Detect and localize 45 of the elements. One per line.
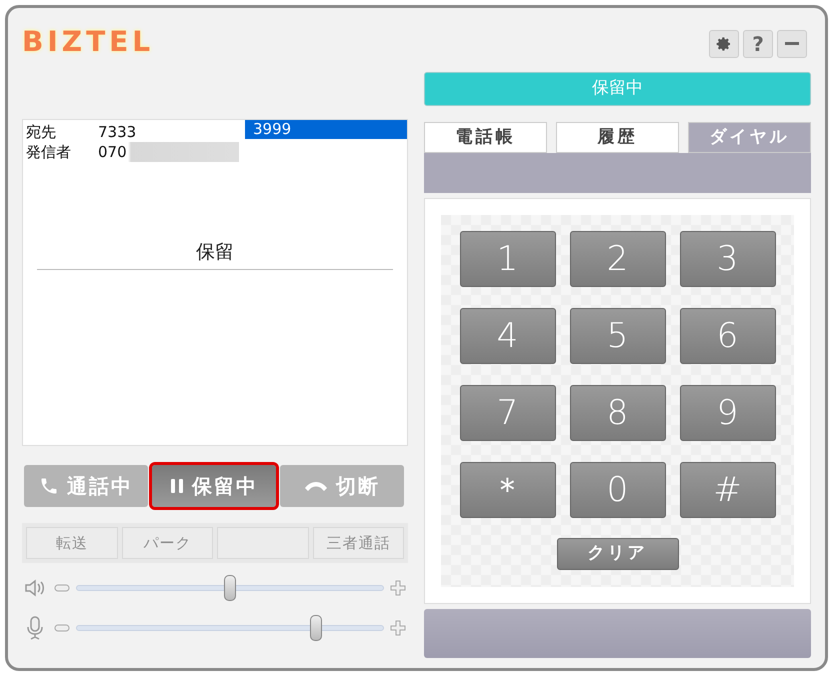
keypad-key[interactable]: 0 — [570, 462, 666, 518]
settings-button[interactable] — [709, 30, 739, 58]
keypad-key[interactable]: 3 — [680, 231, 776, 287]
info-label: 発信者 — [26, 142, 72, 162]
keypad-key[interactable]: # — [680, 462, 776, 518]
call-list-item[interactable]: 3999 — [245, 120, 407, 139]
settings-icon — [716, 36, 732, 52]
info-label: 宛先 — [26, 122, 57, 142]
keypad-key[interactable]: 6 — [680, 308, 776, 364]
clear-button[interactable]: クリア — [556, 538, 678, 570]
call-state: 保留 — [196, 240, 234, 265]
keypad-key[interactable]: 1 — [460, 231, 556, 287]
keypad-key[interactable]: 9 — [680, 385, 776, 441]
keypad-key[interactable]: 5 — [570, 308, 666, 364]
keypad-key[interactable]: ＊ — [460, 462, 556, 518]
plus-icon[interactable] — [390, 580, 406, 596]
slider-thumb[interactable] — [310, 615, 322, 641]
microphone-icon — [26, 616, 44, 640]
tab[interactable]: ダイヤル — [688, 122, 811, 153]
tab[interactable]: 電話帳 — [424, 122, 547, 153]
minimize-icon — [785, 42, 799, 46]
hangup-icon — [304, 480, 328, 492]
call-button[interactable]: 切断 — [280, 465, 404, 507]
status-bar: 保留中 — [424, 72, 811, 106]
logo: BIZTEL — [22, 25, 154, 58]
minus-icon[interactable] — [54, 584, 70, 592]
info-value: 070 — [98, 142, 239, 162]
slider-thumb[interactable] — [224, 575, 236, 601]
info-value: 7333 — [98, 122, 136, 142]
call-button[interactable]: 通話中 — [24, 465, 148, 507]
plus-icon[interactable] — [390, 620, 406, 636]
keypad-key[interactable]: 8 — [570, 385, 666, 441]
call-button[interactable]: 保留中 — [152, 465, 276, 507]
keypad-key[interactable]: 2 — [570, 231, 666, 287]
pause-icon — [170, 478, 184, 494]
keypad-key[interactable]: 4 — [460, 308, 556, 364]
phone-icon — [39, 476, 59, 496]
speaker-icon — [24, 578, 46, 598]
minimize-button[interactable] — [777, 30, 807, 58]
keypad-key[interactable]: 7 — [460, 385, 556, 441]
minus-icon[interactable] — [54, 624, 70, 632]
volume-slider[interactable] — [76, 615, 384, 641]
tab[interactable]: 履歴 — [556, 122, 679, 153]
help-button[interactable]: ? — [743, 30, 773, 58]
volume-slider[interactable] — [76, 575, 384, 601]
